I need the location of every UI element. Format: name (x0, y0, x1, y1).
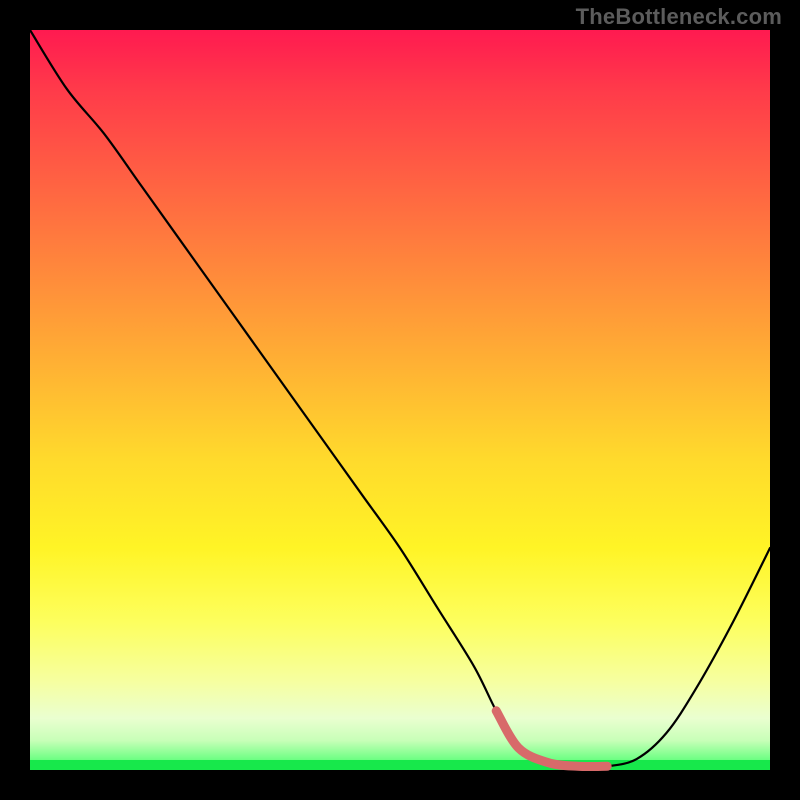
curve-svg (30, 30, 770, 770)
bottleneck-curve (30, 30, 770, 767)
optimal-zone-highlight (496, 711, 607, 767)
plot-area (30, 30, 770, 770)
watermark-text: TheBottleneck.com (576, 4, 782, 30)
chart-frame: TheBottleneck.com (0, 0, 800, 800)
